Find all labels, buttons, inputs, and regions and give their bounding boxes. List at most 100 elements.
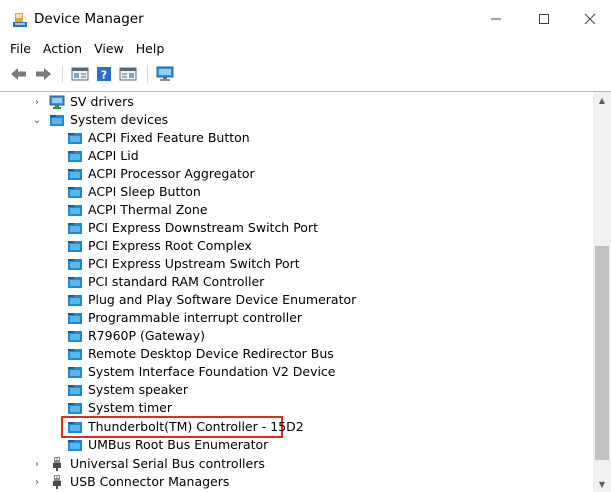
tree-row-label: PCI Express Root Complex	[88, 238, 252, 253]
tree-row-device[interactable]: PCI Express Root Complex	[67, 237, 252, 255]
chevron-down-icon[interactable]: ⌄	[31, 111, 43, 129]
device-icon	[68, 367, 82, 378]
tree-row-device[interactable]: ACPI Lid	[67, 147, 139, 165]
folder-device-icon	[50, 115, 64, 126]
chevron-right-icon[interactable]: ›	[31, 473, 43, 491]
device-icon	[68, 223, 82, 234]
properties-icon	[71, 67, 89, 81]
device-icon	[68, 277, 82, 288]
tree-row-device[interactable]: PCI Express Upstream Switch Port	[67, 255, 300, 273]
tree-row-device[interactable]: ACPI Thermal Zone	[67, 201, 208, 219]
device-icon	[68, 187, 82, 198]
scan-hardware-button[interactable]	[154, 63, 176, 85]
console-icon	[119, 67, 137, 81]
tree-row-label: ACPI Sleep Button	[88, 184, 201, 199]
tree-row-device[interactable]: Remote Desktop Device Redirector Bus	[67, 345, 334, 363]
scroll-down-arrow-icon[interactable]: ▼	[593, 476, 611, 492]
tree-row-label: ACPI Lid	[88, 148, 139, 163]
usb-icon	[53, 457, 61, 471]
console-button[interactable]	[117, 63, 139, 85]
chevron-right-icon[interactable]: ›	[31, 455, 43, 473]
monitor-icon	[156, 66, 174, 81]
device-icon	[68, 241, 82, 252]
tree-row-device[interactable]: System Interface Foundation V2 Device	[67, 363, 336, 381]
tree-row-device[interactable]: PCI standard RAM Controller	[67, 273, 264, 291]
tree-row-label: ACPI Fixed Feature Button	[88, 130, 250, 145]
tree-row-device[interactable]: System timer	[67, 399, 172, 417]
tree-row-system-devices[interactable]: ⌄ System devices	[31, 111, 168, 129]
toolbar: ?	[0, 60, 611, 88]
close-button[interactable]	[567, 0, 611, 38]
tree-row-label: R7960P (Gateway)	[88, 328, 205, 343]
device-icon	[68, 331, 82, 342]
device-icon	[68, 403, 82, 414]
tree-row-label: Remote Desktop Device Redirector Bus	[88, 346, 334, 361]
forward-button[interactable]	[32, 63, 54, 85]
tree-row-usb-controllers[interactable]: › Universal Serial Bus controllers	[31, 455, 265, 473]
device-icon	[68, 440, 82, 451]
tree-row-usb-connector-managers[interactable]: › USB Connector Managers	[31, 473, 229, 491]
device-icon	[68, 385, 82, 396]
device-icon	[68, 349, 82, 360]
back-button[interactable]	[8, 63, 30, 85]
title-bar: Device Manager	[0, 0, 611, 38]
tree-row-thunderbolt-controller[interactable]: Thunderbolt(TM) Controller - 15D2	[67, 418, 304, 436]
scrollbar-thumb[interactable]	[595, 246, 609, 460]
minimize-icon	[491, 18, 501, 20]
device-icon	[68, 422, 82, 433]
tree-row-device[interactable]: ACPI Processor Aggregator	[67, 165, 255, 183]
tree-row-label: System timer	[88, 400, 172, 415]
device-icon	[68, 259, 82, 270]
tree-row-label: UMBus Root Bus Enumerator	[88, 437, 269, 452]
tree-row-label: PCI Express Upstream Switch Port	[88, 256, 300, 271]
tree-row-label: Programmable interrupt controller	[88, 310, 303, 325]
tree-row-device[interactable]: System speaker	[67, 381, 188, 399]
monitor-icon	[49, 95, 65, 109]
menu-bar: File Action View Help	[0, 38, 611, 60]
device-icon	[68, 295, 82, 306]
maximize-icon	[539, 14, 549, 24]
tree-row-device[interactable]: Programmable interrupt controller	[67, 309, 302, 327]
chevron-right-icon[interactable]: ›	[31, 93, 43, 111]
help-button[interactable]: ?	[93, 63, 115, 85]
tree-row-device[interactable]: Plug and Play Software Device Enumerator	[67, 291, 356, 309]
scroll-up-arrow-icon[interactable]: ▲	[593, 92, 611, 109]
help-icon: ?	[97, 67, 111, 82]
tree-row-device[interactable]: ACPI Sleep Button	[67, 183, 201, 201]
tree-row-device[interactable]: UMBus Root Bus Enumerator	[67, 436, 268, 454]
device-icon	[68, 205, 82, 216]
tree-row-label: System devices	[70, 112, 169, 127]
device-tree-panel: › SV drivers ⌄ System devices ACPI Fixed…	[0, 91, 611, 492]
menu-help[interactable]: Help	[130, 38, 171, 60]
svg-text:?: ?	[101, 69, 107, 82]
forward-icon	[36, 68, 51, 80]
tree-row-label: ACPI Processor Aggregator	[88, 166, 255, 181]
tree-row-label: ACPI Thermal Zone	[88, 202, 208, 217]
menu-action[interactable]: Action	[37, 38, 88, 60]
tree-row-sv-drivers[interactable]: › SV drivers	[31, 93, 134, 111]
device-tree: › SV drivers ⌄ System devices ACPI Fixed…	[0, 92, 593, 492]
tree-row-label: PCI standard RAM Controller	[88, 274, 265, 289]
tree-row-device[interactable]: R7960P (Gateway)	[67, 327, 205, 345]
tree-row-label: SV drivers	[70, 94, 134, 109]
tree-row-label: System speaker	[88, 382, 189, 397]
vertical-scrollbar[interactable]: ▲ ▼	[593, 92, 611, 492]
properties-button[interactable]	[69, 63, 91, 85]
toolbar-separator	[147, 65, 148, 83]
device-icon	[68, 169, 82, 180]
device-icon	[68, 133, 82, 144]
menu-view[interactable]: View	[88, 38, 130, 60]
tree-row-label: System Interface Foundation V2 Device	[88, 364, 336, 379]
minimize-button[interactable]	[473, 0, 519, 38]
usb-icon	[53, 475, 61, 489]
close-icon	[584, 13, 596, 25]
device-icon	[68, 151, 82, 162]
menu-file[interactable]: File	[4, 38, 37, 60]
device-icon	[68, 313, 82, 324]
window-title: Device Manager	[34, 11, 144, 27]
tree-row-device[interactable]: ACPI Fixed Feature Button	[67, 129, 250, 147]
tree-row-device[interactable]: PCI Express Downstream Switch Port	[67, 219, 318, 237]
tree-row-label: PCI Express Downstream Switch Port	[88, 220, 318, 235]
maximize-button[interactable]	[521, 0, 567, 38]
tree-row-label: USB Connector Managers	[70, 474, 230, 489]
